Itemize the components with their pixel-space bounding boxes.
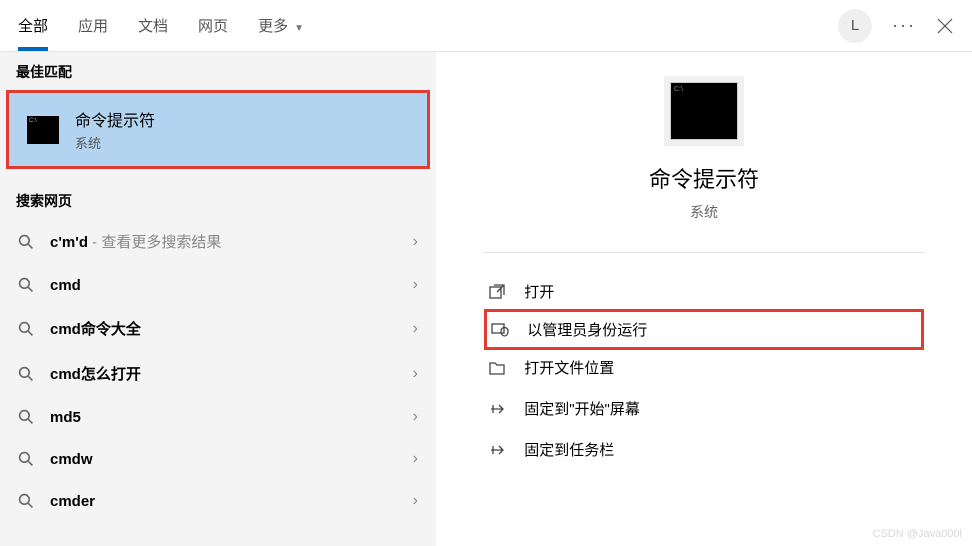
best-match-header: 最佳匹配 bbox=[0, 52, 436, 90]
best-match-title: 命令提示符 bbox=[75, 107, 155, 131]
action-label: 固定到"开始"屏幕 bbox=[524, 398, 640, 419]
search-item-label: cmder bbox=[50, 493, 413, 510]
pin-icon bbox=[488, 400, 506, 418]
chevron-down-icon: ▼ bbox=[294, 23, 304, 34]
action-label: 打开 bbox=[524, 281, 554, 302]
chevron-right-icon: › bbox=[413, 320, 418, 338]
tab-apps[interactable]: 应用 bbox=[78, 1, 108, 50]
preview-title: 命令提示符 bbox=[649, 162, 759, 194]
search-item[interactable]: cmder› bbox=[0, 480, 436, 522]
chevron-right-icon: › bbox=[413, 365, 418, 383]
search-item[interactable]: md5› bbox=[0, 396, 436, 438]
action-pin[interactable]: 固定到"开始"屏幕 bbox=[484, 388, 924, 429]
action-admin[interactable]: 以管理员身份运行 bbox=[484, 309, 924, 350]
search-item[interactable]: cmd› bbox=[0, 264, 436, 306]
preview-panel: 命令提示符 系统 打开以管理员身份运行打开文件位置固定到"开始"屏幕固定到任务栏 bbox=[436, 52, 972, 546]
watermark: CSDN @Java000l bbox=[873, 528, 962, 540]
search-item-label: md5 bbox=[50, 409, 413, 426]
chevron-right-icon: › bbox=[413, 492, 418, 510]
tab-docs[interactable]: 文档 bbox=[138, 1, 168, 50]
pin-icon bbox=[488, 441, 506, 459]
search-list: c'm'd - 查看更多搜索结果›cmd›cmd命令大全›cmd怎么打开›md5… bbox=[0, 219, 436, 522]
header: 全部 应用 文档 网页 更多▼ L ··· bbox=[0, 0, 972, 52]
search-web-header: 搜索网页 bbox=[0, 181, 436, 219]
results-panel: 最佳匹配 命令提示符 系统 搜索网页 c'm'd - 查看更多搜索结果›cmd›… bbox=[0, 52, 436, 546]
search-item[interactable]: cmd命令大全› bbox=[0, 306, 436, 351]
chevron-right-icon: › bbox=[413, 450, 418, 468]
best-match-subtitle: 系统 bbox=[75, 133, 155, 152]
chevron-right-icon: › bbox=[413, 276, 418, 294]
header-controls: L ··· bbox=[838, 9, 954, 43]
best-match-text: 命令提示符 系统 bbox=[75, 107, 155, 152]
action-folder[interactable]: 打开文件位置 bbox=[484, 347, 924, 388]
search-item-hint: - 查看更多搜索结果 bbox=[88, 234, 221, 251]
admin-icon bbox=[491, 321, 509, 339]
tab-more[interactable]: 更多▼ bbox=[258, 1, 304, 50]
tab-all[interactable]: 全部 bbox=[18, 1, 48, 50]
search-item[interactable]: cmdw› bbox=[0, 438, 436, 480]
avatar[interactable]: L bbox=[838, 9, 872, 43]
tabs: 全部 应用 文档 网页 更多▼ bbox=[18, 1, 838, 50]
action-label: 以管理员身份运行 bbox=[527, 319, 647, 340]
more-options-button[interactable]: ··· bbox=[892, 15, 916, 36]
search-item-label: cmd bbox=[50, 277, 413, 294]
search-item-label: cmd命令大全 bbox=[50, 318, 413, 339]
search-item-label: cmd怎么打开 bbox=[50, 363, 413, 384]
action-label: 打开文件位置 bbox=[524, 357, 614, 378]
content: 最佳匹配 命令提示符 系统 搜索网页 c'm'd - 查看更多搜索结果›cmd›… bbox=[0, 52, 972, 546]
preview-subtitle: 系统 bbox=[690, 202, 718, 222]
search-item[interactable]: c'm'd - 查看更多搜索结果› bbox=[0, 219, 436, 264]
cmd-icon bbox=[27, 116, 59, 144]
close-icon bbox=[936, 17, 954, 35]
search-icon bbox=[18, 451, 34, 467]
action-open[interactable]: 打开 bbox=[484, 271, 924, 312]
search-icon bbox=[18, 409, 34, 425]
search-icon bbox=[18, 321, 34, 337]
search-icon bbox=[18, 277, 34, 293]
open-icon bbox=[488, 283, 506, 301]
actions-list: 打开以管理员身份运行打开文件位置固定到"开始"屏幕固定到任务栏 bbox=[484, 271, 924, 470]
search-icon bbox=[18, 366, 34, 382]
action-pin[interactable]: 固定到任务栏 bbox=[484, 429, 924, 470]
search-item-label: cmdw bbox=[50, 451, 413, 468]
chevron-right-icon: › bbox=[413, 233, 418, 251]
best-match-item[interactable]: 命令提示符 系统 bbox=[6, 90, 430, 169]
divider bbox=[484, 252, 924, 253]
search-item-label: c'm'd - 查看更多搜索结果 bbox=[50, 231, 413, 252]
preview-app-icon bbox=[670, 82, 738, 140]
action-label: 固定到任务栏 bbox=[524, 439, 614, 460]
search-icon bbox=[18, 493, 34, 509]
folder-icon bbox=[488, 359, 506, 377]
tab-web[interactable]: 网页 bbox=[198, 1, 228, 50]
search-icon bbox=[18, 234, 34, 250]
chevron-right-icon: › bbox=[413, 408, 418, 426]
search-item[interactable]: cmd怎么打开› bbox=[0, 351, 436, 396]
close-button[interactable] bbox=[936, 17, 954, 35]
